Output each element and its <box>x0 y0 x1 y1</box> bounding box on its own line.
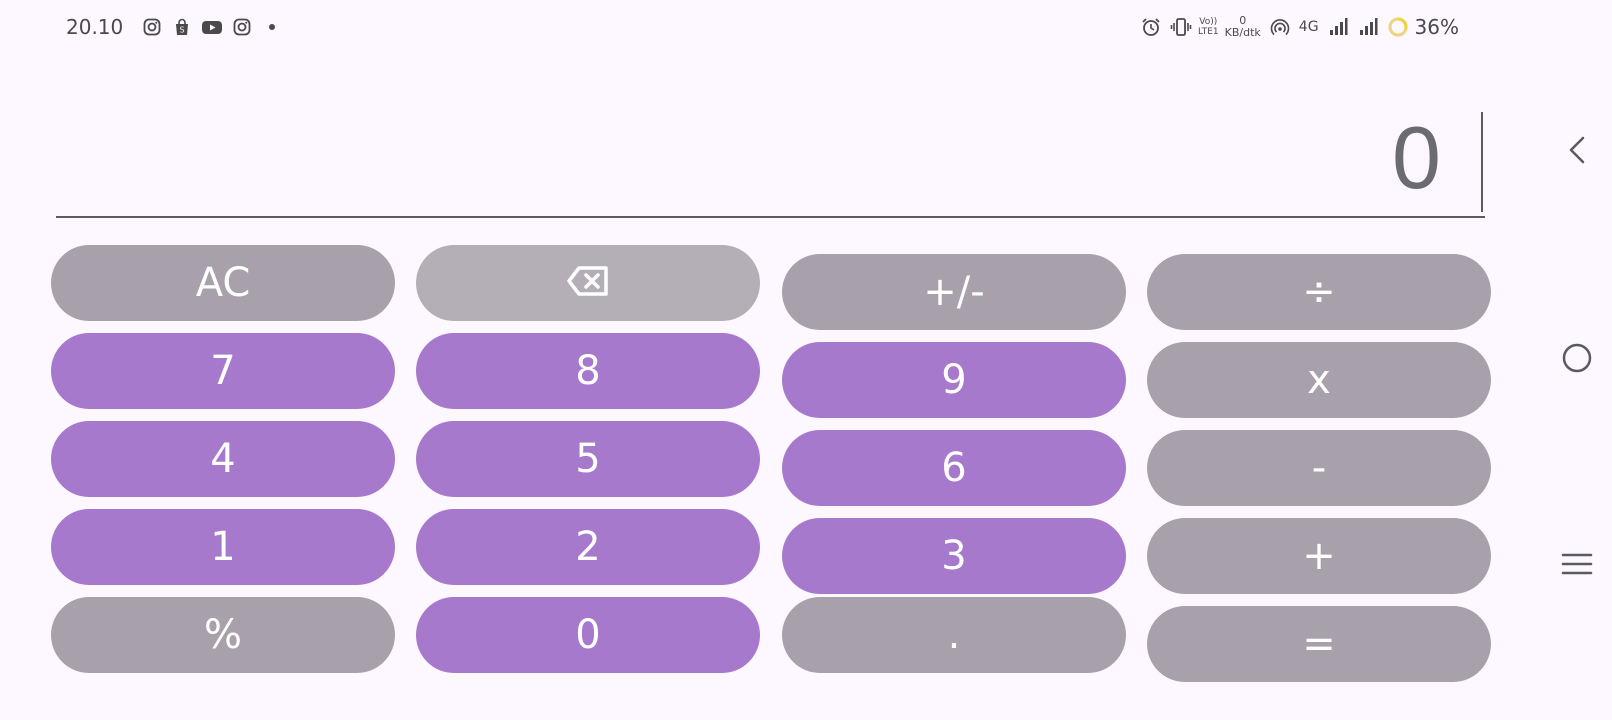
back-button[interactable] <box>1557 132 1597 172</box>
digit-6-button[interactable]: 6 <box>782 430 1126 506</box>
plus-button[interactable]: + <box>1147 518 1491 594</box>
digit-5-button[interactable]: 5 <box>416 421 760 497</box>
digit-7-button[interactable]: 7 <box>51 333 395 409</box>
digit-6-label: 6 <box>941 445 967 491</box>
volte-label: Vo)) <box>1199 17 1218 27</box>
percent-label: % <box>203 612 242 658</box>
digit-7-label: 7 <box>210 348 236 394</box>
svg-text:S: S <box>180 26 185 35</box>
volte-indicator: Vo)) LTE1 <box>1198 17 1219 37</box>
instagram-icon <box>141 16 163 38</box>
digit-9-button[interactable]: 9 <box>782 342 1126 418</box>
status-bar-left: 20.10 S <box>66 14 283 40</box>
digit-3-button[interactable]: 3 <box>782 518 1126 594</box>
divide-label: ÷ <box>1302 269 1336 315</box>
status-bar-right: Vo)) LTE1 0 KB/dtk 4G 36% <box>1132 12 1459 42</box>
divide-button[interactable]: ÷ <box>1147 254 1491 330</box>
signal-icon <box>1357 16 1379 38</box>
digit-8-label: 8 <box>575 348 601 394</box>
minus-button[interactable]: - <box>1147 430 1491 506</box>
back-icon <box>1565 135 1589 169</box>
calculator-app: 20.10 S Vo)) LTE1 0 KB/dtk 4G 36% 0 AC 7… <box>0 0 1541 720</box>
clear-button[interactable]: AC <box>51 245 395 321</box>
digit-1-label: 1 <box>210 524 236 570</box>
hotspot-icon <box>1269 16 1291 38</box>
digit-1-button[interactable]: 1 <box>51 509 395 585</box>
plus-label: + <box>1302 533 1336 579</box>
digit-5-label: 5 <box>575 436 601 482</box>
digit-0-label: 0 <box>575 612 601 658</box>
network-type: 4G <box>1298 19 1319 35</box>
data-rate-indicator: 0 KB/dtk <box>1225 15 1261 39</box>
recents-button[interactable] <box>1557 546 1597 586</box>
minus-label: - <box>1311 445 1327 491</box>
vibrate-icon <box>1170 16 1192 38</box>
shopping-bag-icon: S <box>171 16 193 38</box>
sign-toggle-button[interactable]: +/- <box>782 254 1126 330</box>
home-icon <box>1561 342 1593 378</box>
digit-2-button[interactable]: 2 <box>416 509 760 585</box>
digit-4-button[interactable]: 4 <box>51 421 395 497</box>
clear-label: AC <box>195 260 251 306</box>
instagram-icon <box>231 16 253 38</box>
digit-0-button[interactable]: 0 <box>416 597 760 673</box>
equals-button[interactable]: = <box>1147 606 1491 682</box>
multiply-button[interactable]: x <box>1147 342 1491 418</box>
home-button[interactable] <box>1557 340 1597 380</box>
display-value: 0 <box>1392 108 1441 207</box>
text-caret <box>1481 112 1483 212</box>
equals-label: = <box>1302 621 1336 667</box>
display-underline <box>56 216 1485 218</box>
sign-toggle-label: +/- <box>923 269 985 315</box>
alarm-icon <box>1140 16 1162 38</box>
digit-9-label: 9 <box>941 357 967 403</box>
dot-icon <box>261 16 283 38</box>
status-time: 20.10 <box>66 15 124 39</box>
decimal-label: . <box>947 612 961 658</box>
multiply-label: x <box>1307 357 1331 403</box>
digit-4-label: 4 <box>210 436 236 482</box>
youtube-icon <box>201 16 223 38</box>
lte-label: LTE1 <box>1197 27 1219 37</box>
signal-icon <box>1327 16 1349 38</box>
digit-2-label: 2 <box>575 524 601 570</box>
calculator-display[interactable]: 0 <box>56 100 1486 218</box>
percent-button[interactable]: % <box>51 597 395 673</box>
digit-3-label: 3 <box>941 533 967 579</box>
recents-icon <box>1561 550 1593 582</box>
backspace-icon <box>567 260 609 306</box>
data-rate-unit: KB/dtk <box>1224 26 1261 39</box>
battery-percent: 36% <box>1414 15 1459 39</box>
battery-ring-icon <box>1387 16 1409 38</box>
navigation-bar <box>1541 0 1612 720</box>
backspace-button[interactable] <box>416 245 760 321</box>
digit-8-button[interactable]: 8 <box>416 333 760 409</box>
decimal-button[interactable]: . <box>782 597 1126 673</box>
